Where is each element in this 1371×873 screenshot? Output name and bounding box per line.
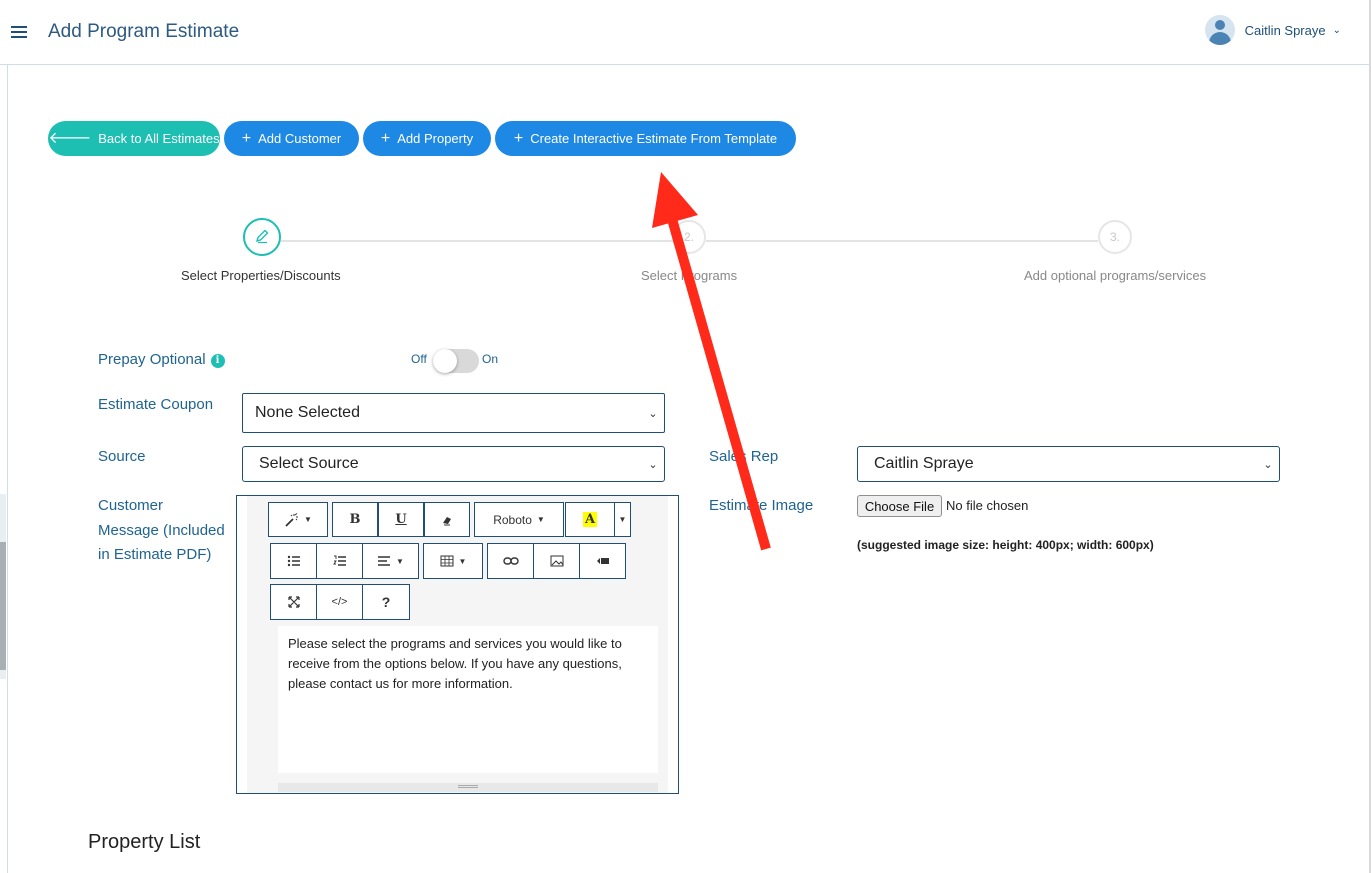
info-icon[interactable]: i — [210, 354, 225, 368]
plus-icon: + — [513, 129, 524, 147]
image-size-note: (suggested image size: height: 400px; wi… — [857, 538, 1154, 552]
chevron-down-icon: ⌄ — [1332, 24, 1341, 36]
top-bar: Add Program Estimate Caitlin Spraye ⌄ — [0, 0, 1371, 65]
file-status: No file chosen — [946, 498, 1029, 513]
style-button[interactable]: ▼ — [268, 502, 328, 537]
customer-message-editor: ▼ B U Roboto ▼ A ▼ ▼ ▼ </> ? Please sele… — [236, 495, 679, 794]
picture-button[interactable] — [533, 543, 580, 579]
menu-icon[interactable] — [11, 26, 27, 39]
sales-rep-label: Sales Rep — [709, 448, 779, 465]
fullscreen-button[interactable] — [270, 584, 317, 620]
left-border — [7, 64, 8, 873]
step-2-circle[interactable]: 2. — [672, 220, 706, 254]
code-view-button[interactable]: </> — [316, 584, 363, 620]
source-value: Select Source — [259, 455, 359, 472]
bold-button[interactable]: B — [332, 502, 378, 537]
estimate-coupon-select[interactable]: None Selected ⌄ — [242, 393, 665, 433]
editor-content[interactable]: Please select the programs and services … — [278, 626, 658, 773]
sales-rep-select[interactable]: Caitlin Spraye ⌄ — [857, 446, 1280, 482]
toggle-knob — [433, 349, 457, 373]
left-scrollbar-thumb[interactable] — [0, 542, 6, 670]
font-family-dropdown[interactable]: Roboto ▼ — [474, 502, 564, 537]
plus-icon: + — [380, 129, 391, 147]
step-1-circle[interactable] — [243, 218, 281, 256]
step-3-label: Add optional programs/services — [1024, 268, 1207, 283]
underline-button[interactable]: U — [378, 502, 424, 537]
table-icon — [440, 555, 454, 567]
eraser-icon — [443, 516, 451, 525]
paragraph-align-button[interactable]: ▼ — [362, 543, 419, 579]
video-button[interactable] — [579, 543, 626, 579]
step-2-label: Select Programs — [641, 268, 738, 283]
left-scrollbar[interactable] — [0, 494, 6, 679]
link-icon — [502, 557, 519, 565]
add-customer-button[interactable]: + Add Customer — [224, 121, 359, 156]
customer-message-label: Customer Message (Included in Estimate P… — [98, 497, 225, 563]
choose-file-button[interactable]: Choose File — [857, 495, 942, 517]
plus-icon: + — [241, 129, 252, 147]
estimate-image-label: Estimate Image — [709, 497, 814, 514]
source-label: Source — [98, 448, 146, 465]
chevron-down-icon: ⌄ — [1263, 458, 1273, 471]
video-icon — [596, 558, 609, 564]
arrow-left-icon: 🡐 — [48, 129, 92, 147]
color-dropdown-button[interactable]: ▼ — [614, 502, 631, 537]
step-1-label: Select Properties/Discounts — [181, 268, 341, 283]
prepay-optional-label: Prepay Optional i — [98, 348, 225, 373]
step-3-circle[interactable]: 3. — [1098, 220, 1132, 254]
prepay-optional-text: Prepay Optional — [98, 351, 206, 368]
ordered-list-button[interactable] — [316, 543, 363, 579]
table-button[interactable]: ▼ — [423, 543, 483, 579]
stepper-line — [281, 240, 673, 242]
add-property-label: Add Property — [397, 131, 474, 146]
editor-resize-handle[interactable] — [278, 783, 658, 792]
back-button-label: Back to All Estimates — [98, 131, 220, 146]
sales-rep-value: Caitlin Spraye — [874, 455, 974, 472]
clear-format-button[interactable] — [424, 502, 470, 537]
toggle-off-label: Off — [411, 352, 427, 366]
chevron-down-icon: ⌄ — [648, 407, 658, 420]
picture-icon — [550, 555, 563, 567]
link-button[interactable] — [487, 543, 534, 579]
toggle-on-label: On — [482, 352, 499, 366]
stepper-line — [706, 240, 1098, 242]
property-list-heading: Property List — [88, 831, 201, 853]
back-to-all-estimates-button[interactable]: 🡐 Back to All Estimates — [48, 121, 220, 156]
fullscreen-icon — [287, 596, 300, 608]
ordered-list-icon — [332, 555, 346, 566]
create-interactive-estimate-button[interactable]: + Create Interactive Estimate From Templ… — [495, 121, 796, 156]
prepay-toggle[interactable] — [433, 349, 479, 373]
estimate-coupon-label: Estimate Coupon — [98, 396, 214, 413]
add-property-button[interactable]: + Add Property — [363, 121, 491, 156]
text-color-icon: A — [582, 512, 598, 527]
text-color-button[interactable]: A — [565, 502, 615, 537]
user-name: Caitlin Spraye — [1244, 22, 1326, 38]
user-menu[interactable]: Caitlin Spraye ⌄ — [1204, 15, 1341, 45]
help-button[interactable]: ? — [362, 584, 410, 620]
create-interactive-label: Create Interactive Estimate From Templat… — [530, 131, 778, 146]
editor-frame: ▼ B U Roboto ▼ A ▼ ▼ ▼ </> ? Please sele… — [247, 496, 668, 793]
estimate-coupon-value: None Selected — [255, 404, 360, 421]
source-select[interactable]: Select Source ⌄ — [242, 446, 665, 482]
magic-wand-icon — [285, 512, 299, 527]
unordered-list-icon — [287, 555, 300, 567]
add-customer-label: Add Customer — [258, 131, 342, 146]
chevron-down-icon: ⌄ — [648, 458, 658, 471]
pencil-icon — [255, 229, 269, 244]
user-avatar-icon — [1204, 15, 1235, 45]
font-name: Roboto — [493, 512, 532, 527]
unordered-list-button[interactable] — [270, 543, 317, 579]
page-title: Add Program Estimate — [48, 21, 240, 42]
align-icon — [378, 556, 391, 566]
